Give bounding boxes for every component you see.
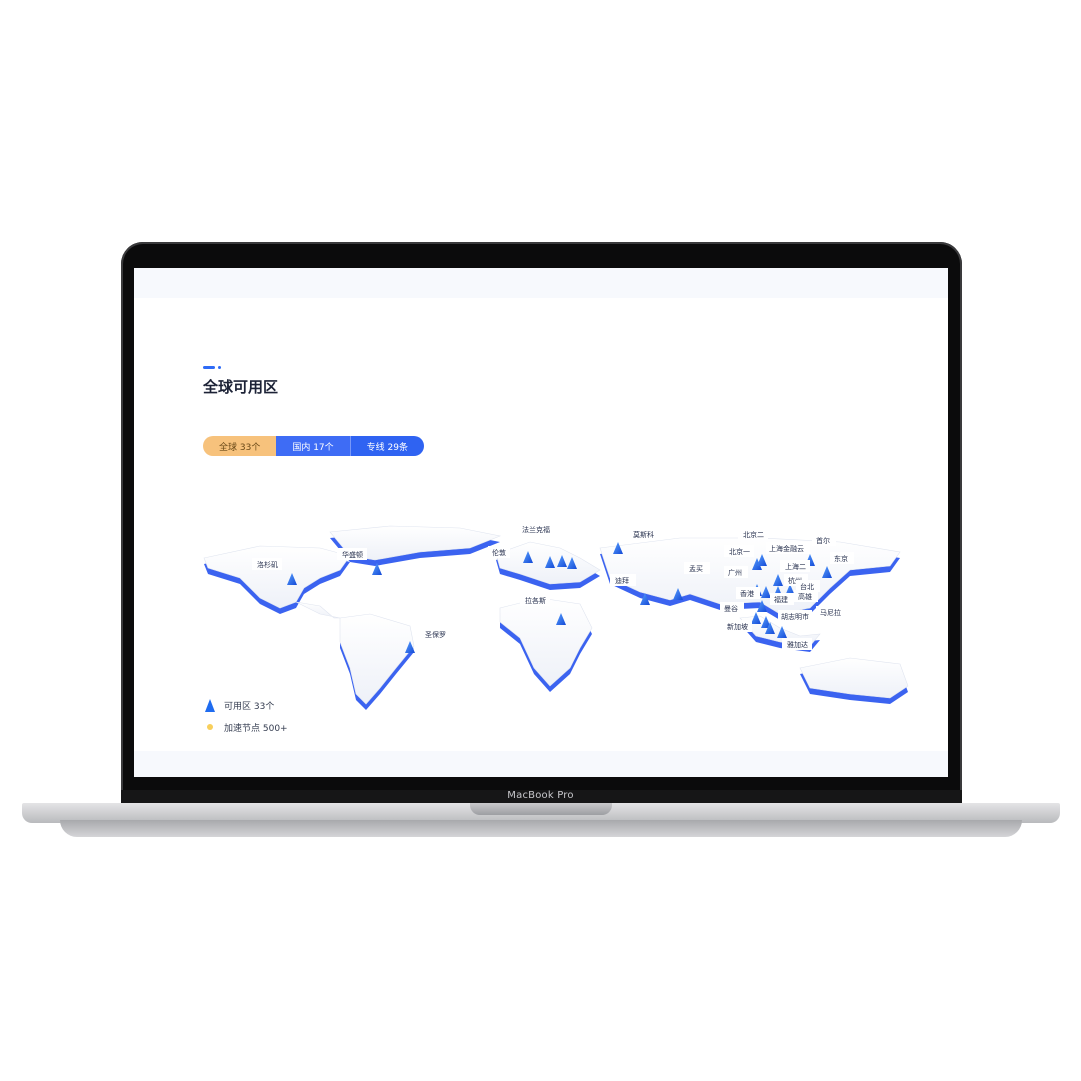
label-fujian: 福建 — [770, 593, 794, 605]
svg-text:法兰克福: 法兰克福 — [522, 525, 550, 534]
tab-dedicated-line[interactable]: 专线 29条 — [350, 436, 424, 456]
svg-text:莫斯科: 莫斯科 — [633, 530, 654, 539]
title-accent-dot — [218, 366, 221, 369]
svg-text:雅加达: 雅加达 — [787, 640, 808, 649]
label-shanghai-finance: 上海金融云 — [766, 542, 810, 554]
label-kaohsiung: 高雄 — [794, 590, 818, 602]
legend-acceleration-nodes: 加速节点 500+ — [203, 716, 288, 738]
svg-text:洛杉矶: 洛杉矶 — [257, 560, 278, 569]
label-jakarta: 雅加达 — [782, 638, 812, 650]
svg-text:香港: 香港 — [740, 589, 754, 598]
svg-text:马尼拉: 马尼拉 — [820, 608, 841, 617]
label-moscow: 莫斯科 — [628, 528, 658, 540]
page-title: 全球可用区 — [203, 378, 279, 396]
label-guangzhou: 广州 — [724, 566, 748, 578]
laptop-screen: 全球可用区 全球 33个 国内 17个 专线 29条 洛杉矶 华盛顿 圣保罗 伦… — [134, 268, 948, 777]
svg-text:首尔: 首尔 — [816, 536, 830, 545]
svg-text:孟买: 孟买 — [689, 564, 703, 573]
tab-domestic[interactable]: 国内 17个 — [276, 436, 351, 456]
label-sao-paulo: 圣保罗 — [420, 628, 450, 640]
label-hong-kong: 香港 — [736, 587, 760, 599]
svg-text:广州: 广州 — [728, 568, 742, 577]
svg-text:曼谷: 曼谷 — [724, 604, 738, 613]
svg-text:圣保罗: 圣保罗 — [425, 630, 446, 639]
label-ho-chi-minh: 胡志明市 — [778, 610, 812, 622]
device-brand-label: MacBook Pro — [507, 790, 574, 801]
laptop-base-bottom — [60, 820, 1022, 837]
blue-pin-icon — [203, 698, 217, 712]
svg-text:上海二: 上海二 — [785, 562, 806, 571]
legend-label: 加速节点 500+ — [224, 723, 288, 734]
title-accent-bar — [203, 366, 215, 369]
region-tabs: 全球 33个 国内 17个 专线 29条 — [203, 436, 424, 456]
availability-zone-panel: 全球可用区 全球 33个 国内 17个 专线 29条 洛杉矶 华盛顿 圣保罗 伦… — [134, 298, 948, 751]
label-frankfurt: 法兰克福 — [518, 523, 556, 535]
yellow-dot-icon — [203, 723, 217, 731]
svg-text:福建: 福建 — [774, 595, 788, 604]
label-lagos: 拉各斯 — [520, 594, 550, 606]
label-beijing-2: 北京二 — [738, 528, 768, 540]
svg-text:上海金融云: 上海金融云 — [769, 544, 804, 553]
svg-text:胡志明市: 胡志明市 — [781, 612, 809, 621]
label-seoul: 首尔 — [812, 534, 836, 546]
svg-text:东京: 东京 — [834, 554, 848, 563]
svg-text:高雄: 高雄 — [798, 592, 812, 601]
svg-text:北京二: 北京二 — [743, 530, 764, 539]
label-manila: 马尼拉 — [816, 606, 846, 618]
label-singapore: 新加坡 — [722, 620, 752, 632]
laptop-notch — [470, 803, 612, 815]
svg-text:新加坡: 新加坡 — [727, 622, 748, 631]
label-mumbai: 孟买 — [684, 562, 710, 574]
svg-text:迪拜: 迪拜 — [615, 576, 629, 585]
legend-availability-zones: 可用区 33个 — [203, 694, 288, 716]
svg-text:华盛顿: 华盛顿 — [342, 550, 363, 559]
svg-text:台北: 台北 — [800, 582, 814, 591]
world-map: 洛杉矶 华盛顿 圣保罗 伦敦 法兰克福 莫斯科 迪拜 拉各斯 孟买 北京二 北京… — [203, 523, 909, 710]
svg-text:伦敦: 伦敦 — [492, 548, 506, 557]
label-los-angeles: 洛杉矶 — [252, 558, 282, 570]
label-tokyo: 东京 — [830, 552, 854, 564]
svg-text:北京一: 北京一 — [729, 547, 750, 556]
label-london: 伦敦 — [488, 546, 510, 558]
label-dubai: 迪拜 — [610, 574, 636, 586]
tab-global[interactable]: 全球 33个 — [203, 436, 277, 456]
label-bangkok: 曼谷 — [720, 602, 744, 614]
label-shanghai-2: 上海二 — [780, 560, 810, 572]
svg-text:拉各斯: 拉各斯 — [525, 596, 546, 605]
label-washington: 华盛顿 — [337, 548, 367, 560]
legend-label: 可用区 33个 — [224, 701, 275, 712]
map-legend: 可用区 33个 加速节点 500+ — [203, 694, 288, 738]
label-beijing-1: 北京一 — [724, 545, 754, 557]
